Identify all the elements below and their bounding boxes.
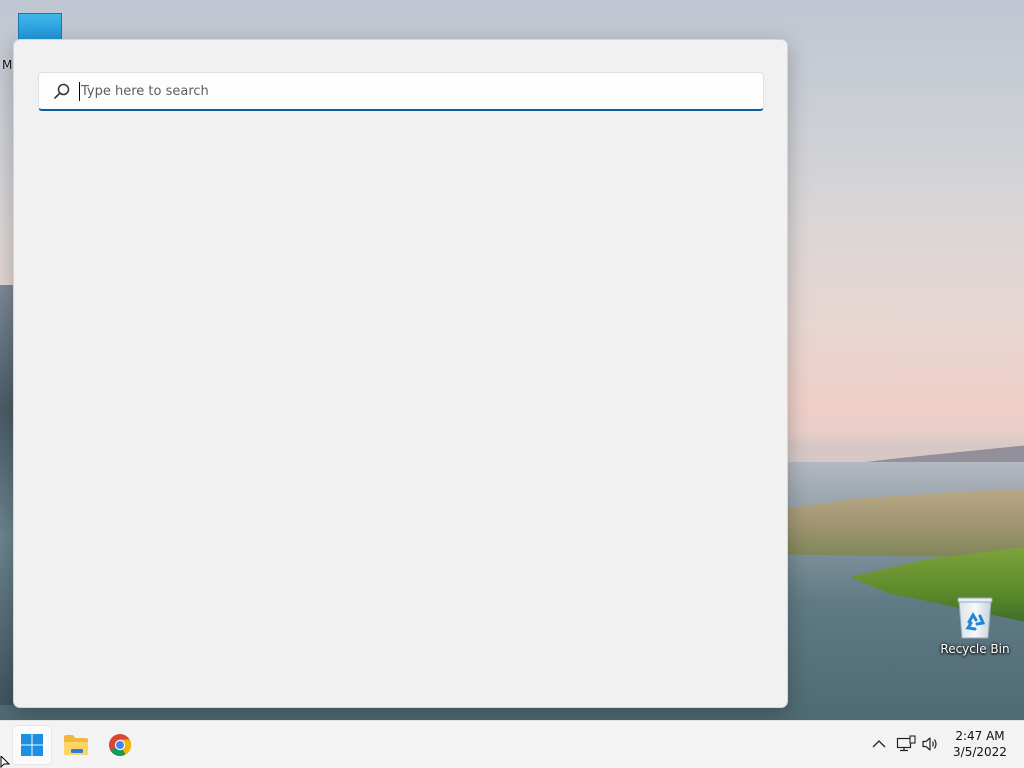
search-icon: [54, 83, 70, 99]
file-explorer-button[interactable]: [56, 725, 96, 765]
this-pc-desktop-label: M: [2, 58, 13, 72]
clock[interactable]: 2:47 AM 3/5/2022: [948, 728, 1012, 760]
search-box[interactable]: [38, 72, 764, 111]
folder-icon: [64, 735, 88, 755]
show-hidden-icons-button[interactable]: [868, 733, 890, 755]
clock-time: 2:47 AM: [955, 729, 1005, 743]
recycle-bin-desktop-icon[interactable]: Recycle Bin: [938, 596, 1012, 656]
start-button[interactable]: [12, 725, 52, 765]
recycle-bin-label: Recycle Bin: [940, 642, 1010, 656]
clock-date: 3/5/2022: [953, 745, 1007, 759]
volume-button[interactable]: [919, 733, 941, 755]
wallpaper-rock: [0, 285, 14, 705]
network-button[interactable]: [895, 733, 917, 755]
volume-icon: [922, 737, 937, 751]
search-input[interactable]: [79, 79, 751, 103]
chevron-up-icon: [872, 740, 886, 748]
search-panel: [13, 39, 788, 708]
mouse-pointer-icon: [0, 756, 10, 768]
chrome-icon: [109, 734, 131, 756]
network-icon: [896, 735, 916, 752]
taskbar: 2:47 AM 3/5/2022: [0, 720, 1024, 768]
windows-logo-icon: [21, 734, 43, 756]
recycle-bin-icon: [957, 597, 993, 639]
chrome-button[interactable]: [100, 725, 140, 765]
